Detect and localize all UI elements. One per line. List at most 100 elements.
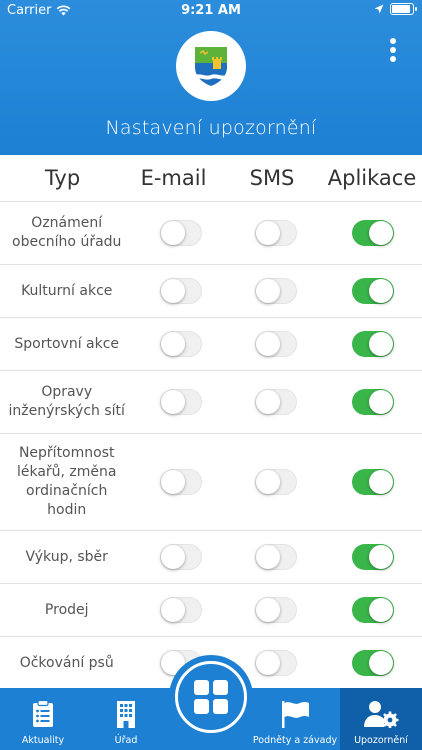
cell-app xyxy=(325,389,422,415)
table-body: Oznámení obecního úřadu Kulturní akce Spor… xyxy=(0,202,422,690)
tab-aktuality[interactable]: Aktuality xyxy=(0,688,86,750)
cell-sms xyxy=(228,544,325,570)
cell-email xyxy=(133,597,227,623)
toggle-knob xyxy=(369,545,394,569)
table-row: Nepřítomnost lékařů, změna ordinačních h… xyxy=(0,434,422,531)
cell-app xyxy=(325,597,422,623)
table-header-row: Typ E-mail SMS Aplikace xyxy=(0,155,422,202)
toggle-knob xyxy=(160,545,185,569)
app-toggle[interactable] xyxy=(352,278,395,304)
toggle-knob xyxy=(256,470,281,494)
email-toggle[interactable] xyxy=(159,389,202,415)
tab-urad[interactable]: Úřad xyxy=(86,688,166,750)
toggle-knob xyxy=(369,221,394,245)
cell-sms xyxy=(228,220,325,246)
table-row: Sportovní akce xyxy=(0,318,422,371)
toggle-knob xyxy=(160,390,185,414)
cell-sms xyxy=(228,469,325,495)
toggle-knob xyxy=(369,279,394,303)
cell-app xyxy=(325,469,422,495)
municipal-logo xyxy=(176,31,246,101)
tab-label: Aktuality xyxy=(21,735,65,746)
cell-email xyxy=(133,389,227,415)
tab-podnety[interactable]: Podněty a závady xyxy=(250,688,340,750)
cell-app xyxy=(325,650,422,676)
app-toggle[interactable] xyxy=(352,544,395,570)
row-type-label: Oznámení obecního úřadu xyxy=(12,215,122,250)
cell-email xyxy=(133,278,227,304)
more-menu-button[interactable] xyxy=(386,38,400,64)
cell-app xyxy=(325,278,422,304)
app-toggle[interactable] xyxy=(352,389,395,415)
sms-toggle[interactable] xyxy=(255,469,298,495)
email-toggle[interactable] xyxy=(159,220,202,246)
status-bar: Carrier 9:21 AM xyxy=(0,0,422,24)
toggle-knob xyxy=(160,598,185,622)
cell-app xyxy=(325,220,422,246)
sms-toggle[interactable] xyxy=(255,650,298,676)
toggle-knob xyxy=(160,279,185,303)
row-type-label: Prodej xyxy=(44,601,89,618)
app-toggle[interactable] xyxy=(352,469,395,495)
toggle-knob xyxy=(369,651,394,675)
sms-toggle[interactable] xyxy=(255,331,298,357)
email-toggle[interactable] xyxy=(159,597,202,623)
sms-toggle[interactable] xyxy=(255,278,298,304)
municipal-coat-of-arms-icon xyxy=(195,47,227,86)
cell-sms xyxy=(228,389,325,415)
toggle-knob xyxy=(369,390,394,414)
building-icon xyxy=(117,701,135,728)
table-row: Opravy inženýrských sítí xyxy=(0,371,422,434)
email-toggle[interactable] xyxy=(159,331,202,357)
cell-sms xyxy=(228,331,325,357)
row-type-label: Výkup, sběr xyxy=(25,548,108,565)
toggle-knob xyxy=(369,332,394,356)
sms-toggle[interactable] xyxy=(255,597,298,623)
email-toggle[interactable] xyxy=(159,544,202,570)
flag-icon xyxy=(282,701,309,728)
user-settings-icon xyxy=(364,701,399,728)
app-toggle[interactable] xyxy=(352,220,395,246)
column-header-type: Typ xyxy=(44,166,81,190)
sms-toggle[interactable] xyxy=(255,220,298,246)
column-header-email: E-mail xyxy=(140,166,207,190)
tab-label: Podněty a závady xyxy=(252,735,338,746)
app-header: Carrier 9:21 AM Nastavení upozornění xyxy=(0,0,422,155)
toggle-knob xyxy=(256,221,281,245)
center-menu-button[interactable] xyxy=(175,661,247,733)
table-row: Výkup, sběr xyxy=(0,531,422,584)
more-dot xyxy=(390,56,396,62)
clipboard-icon xyxy=(33,700,53,727)
toggle-knob xyxy=(369,470,394,494)
cell-app xyxy=(325,331,422,357)
toggle-knob xyxy=(160,332,185,356)
cell-sms xyxy=(228,597,325,623)
toggle-knob xyxy=(256,651,281,675)
toggle-knob xyxy=(369,598,394,622)
toggle-knob xyxy=(256,332,281,356)
sms-toggle[interactable] xyxy=(255,544,298,570)
column-header-sms: SMS xyxy=(249,166,295,190)
app-toggle[interactable] xyxy=(352,331,395,357)
grid-icon xyxy=(194,680,228,714)
app-toggle[interactable] xyxy=(352,650,395,676)
more-vertical-icon xyxy=(390,38,396,44)
toggle-knob xyxy=(256,598,281,622)
row-type-label: Opravy inženýrských sítí xyxy=(8,384,125,419)
row-type-label: Sportovní akce xyxy=(14,335,120,352)
toggle-knob xyxy=(160,221,185,245)
table-row: Kulturní akce xyxy=(0,265,422,318)
toggle-knob xyxy=(256,390,281,414)
sms-toggle[interactable] xyxy=(255,389,298,415)
cell-email xyxy=(133,469,227,495)
notification-settings-table: Typ E-mail SMS Aplikace Oznámení obecníh… xyxy=(0,155,422,690)
app-toggle[interactable] xyxy=(352,597,395,623)
email-toggle[interactable] xyxy=(159,469,202,495)
location-arrow-icon xyxy=(374,4,384,14)
cell-email xyxy=(133,220,227,246)
table-row: Prodej xyxy=(0,584,422,637)
row-type-label: Nepřítomnost lékařů, změna ordinačních h… xyxy=(16,445,117,518)
tab-upozorneni[interactable]: Upozornění xyxy=(340,688,422,750)
email-toggle[interactable] xyxy=(159,278,202,304)
column-header-app: Aplikace xyxy=(327,166,417,190)
